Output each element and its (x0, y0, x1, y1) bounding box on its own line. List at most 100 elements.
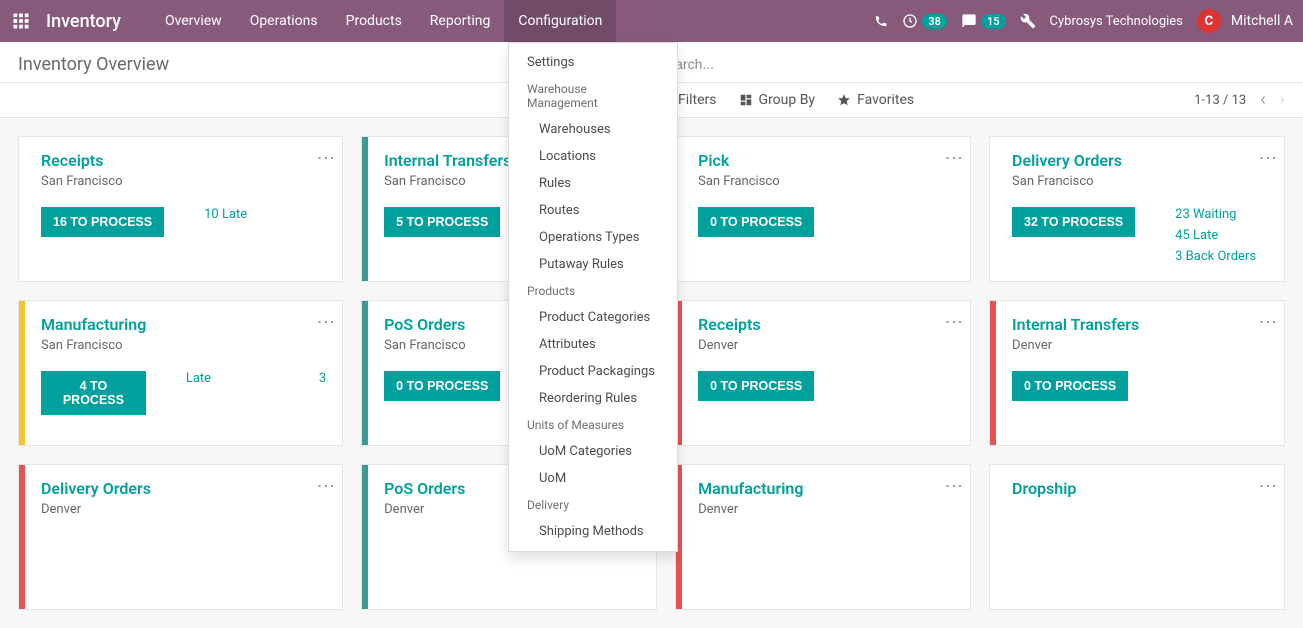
card-body-row: 16 TO PROCESS 10 Late (41, 207, 326, 237)
nav-products[interactable]: Products (332, 0, 416, 42)
process-button[interactable]: 4 TO PROCESS (41, 371, 146, 415)
card-title[interactable]: Internal Transfers (1012, 315, 1268, 334)
discuss-icon[interactable]: 15 (961, 13, 1006, 29)
dd-locations[interactable]: Locations (509, 143, 677, 170)
apps-icon[interactable] (6, 6, 36, 36)
nav-reporting[interactable]: Reporting (416, 0, 505, 42)
card-menu-icon[interactable]: ⋮ (948, 149, 958, 167)
avatar: C (1197, 9, 1221, 33)
process-button[interactable]: 16 TO PROCESS (41, 207, 164, 237)
card-stats: 23 Waiting 45 Late 3 Back Orders (1175, 207, 1256, 264)
filter-group: Filters Group By Favorites (658, 92, 914, 108)
card-menu-icon[interactable]: ⋮ (948, 313, 958, 331)
card-menu-icon[interactable]: ⋮ (1262, 313, 1272, 331)
activities-badge: 38 (922, 14, 947, 29)
main-nav: Overview Operations Products Reporting C… (151, 0, 616, 42)
operation-card[interactable]: ⋮Delivery Orders Denver (18, 464, 343, 610)
pager-prev-icon[interactable]: ‹ (1260, 91, 1265, 109)
dd-product-categories[interactable]: Product Categories (509, 304, 677, 331)
card-subtitle: Denver (698, 502, 954, 517)
card-title[interactable]: Manufacturing (41, 315, 326, 334)
topbar: Inventory Overview Operations Products R… (0, 0, 1303, 42)
card-body-row: 32 TO PROCESS 23 Waiting 45 Late 3 Back Ord… (1012, 207, 1268, 264)
favorites-button[interactable]: Favorites (837, 92, 914, 108)
dd-operation-types[interactable]: Operations Types (509, 224, 677, 251)
card-stripe (990, 301, 996, 445)
group-by-button[interactable]: Group By (739, 92, 816, 108)
card-title[interactable]: Pick (698, 151, 954, 170)
card-title[interactable]: Receipts (41, 151, 326, 170)
pager: 1-13 / 13 ‹ › (1194, 91, 1285, 109)
card-stat-link[interactable]: 3 Back Orders (1175, 249, 1256, 264)
operation-card[interactable]: ⋮Internal Transfers Denver 0 TO PROCESS (989, 300, 1285, 446)
card-menu-icon[interactable]: ⋮ (320, 313, 330, 331)
card-title[interactable]: Delivery Orders (41, 479, 326, 498)
dd-uom-categories[interactable]: UoM Categories (509, 438, 677, 465)
card-subtitle: Denver (698, 338, 954, 353)
process-button[interactable]: 0 TO PROCESS (698, 207, 814, 237)
phone-icon[interactable] (874, 14, 888, 28)
dd-shipping-methods[interactable]: Shipping Methods (509, 518, 677, 545)
process-button[interactable]: 0 TO PROCESS (698, 371, 814, 401)
card-title[interactable]: Delivery Orders (1012, 151, 1268, 170)
process-button[interactable]: 0 TO PROCESS (1012, 371, 1128, 401)
card-subtitle: Denver (41, 502, 326, 517)
card-title[interactable]: Receipts (698, 315, 954, 334)
process-button[interactable]: 0 TO PROCESS (384, 371, 500, 401)
card-body-row: 0 TO PROCESS (1012, 371, 1268, 401)
dd-warehouses[interactable]: Warehouses (509, 116, 677, 143)
card-subtitle: San Francisco (41, 338, 326, 353)
operation-card[interactable]: ⋮ReceiptsSan Francisco16 TO PROCESS10 La… (18, 136, 343, 282)
card-menu-icon[interactable]: ⋮ (320, 149, 330, 167)
topbar-right: 38 15 Cybrosys Technologies C Mitchell A (874, 9, 1293, 33)
card-menu-icon[interactable]: ⋮ (320, 477, 330, 495)
card-title[interactable]: Dropship (1012, 479, 1268, 498)
dd-putaway[interactable]: Putaway Rules (509, 251, 677, 278)
activities-icon[interactable]: 38 (902, 13, 947, 29)
dd-uom[interactable]: UoM (509, 465, 677, 492)
card-subtitle: Denver (1012, 338, 1268, 353)
card-stripe (362, 301, 368, 445)
app-name[interactable]: Inventory (46, 11, 121, 32)
card-menu-icon[interactable]: ⋮ (948, 477, 958, 495)
dd-warehouse-header: Warehouse Management (509, 76, 677, 116)
operation-card[interactable]: ⋮Delivery Orders San Francisco 32 TO PROCE… (989, 136, 1285, 282)
card-stat-link[interactable]: 10 Late (204, 207, 247, 222)
card-menu-icon[interactable]: ⋮ (1262, 149, 1272, 167)
user-menu[interactable]: C Mitchell A (1197, 9, 1293, 33)
pager-next-icon[interactable]: › (1280, 91, 1285, 109)
process-button[interactable]: 32 TO PROCESS (1012, 207, 1135, 237)
card-body-row: 4 TO PROCESS Late3 (41, 371, 326, 415)
card-late-row[interactable]: Late3 (186, 371, 326, 386)
card-title[interactable]: Manufacturing (698, 479, 954, 498)
debug-icon[interactable] (1020, 13, 1036, 29)
dd-settings[interactable]: Settings (509, 49, 677, 76)
operation-card[interactable]: ⋮Manufacturing Denver (675, 464, 971, 610)
dd-packagings[interactable]: Product Packagings (509, 358, 677, 385)
dd-uom-header: Units of Measures (509, 412, 677, 438)
nav-operations[interactable]: Operations (236, 0, 332, 42)
card-stats: 10 Late (204, 207, 247, 222)
operation-card[interactable]: ⋮Manufacturing San Francisco 4 TO PROCESS L… (18, 300, 343, 446)
card-menu-icon[interactable]: ⋮ (1262, 477, 1272, 495)
card-subtitle: San Francisco (698, 174, 954, 189)
card-stripe (19, 301, 25, 445)
operation-card[interactable]: ⋮Pick San Francisco 0 TO PROCESS (675, 136, 971, 282)
search-input[interactable] (658, 50, 1285, 78)
card-stat-link[interactable]: 23 Waiting (1175, 207, 1256, 222)
company-switcher[interactable]: Cybrosys Technologies (1050, 14, 1183, 29)
search-container (658, 50, 1285, 78)
discuss-badge: 15 (981, 14, 1006, 29)
nav-overview[interactable]: Overview (151, 0, 236, 42)
dd-attributes[interactable]: Attributes (509, 331, 677, 358)
process-button[interactable]: 5 TO PROCESS (384, 207, 500, 237)
dd-rules[interactable]: Rules (509, 170, 677, 197)
operation-card[interactable]: ⋮Dropship (989, 464, 1285, 610)
card-stripe (362, 465, 368, 609)
dd-reordering[interactable]: Reordering Rules (509, 385, 677, 412)
nav-configuration[interactable]: Configuration (504, 0, 616, 42)
card-stat-link[interactable]: 45 Late (1175, 228, 1256, 243)
operation-card[interactable]: ⋮Receipts Denver 0 TO PROCESS (675, 300, 971, 446)
dd-routes[interactable]: Routes (509, 197, 677, 224)
card-subtitle: San Francisco (1012, 174, 1268, 189)
